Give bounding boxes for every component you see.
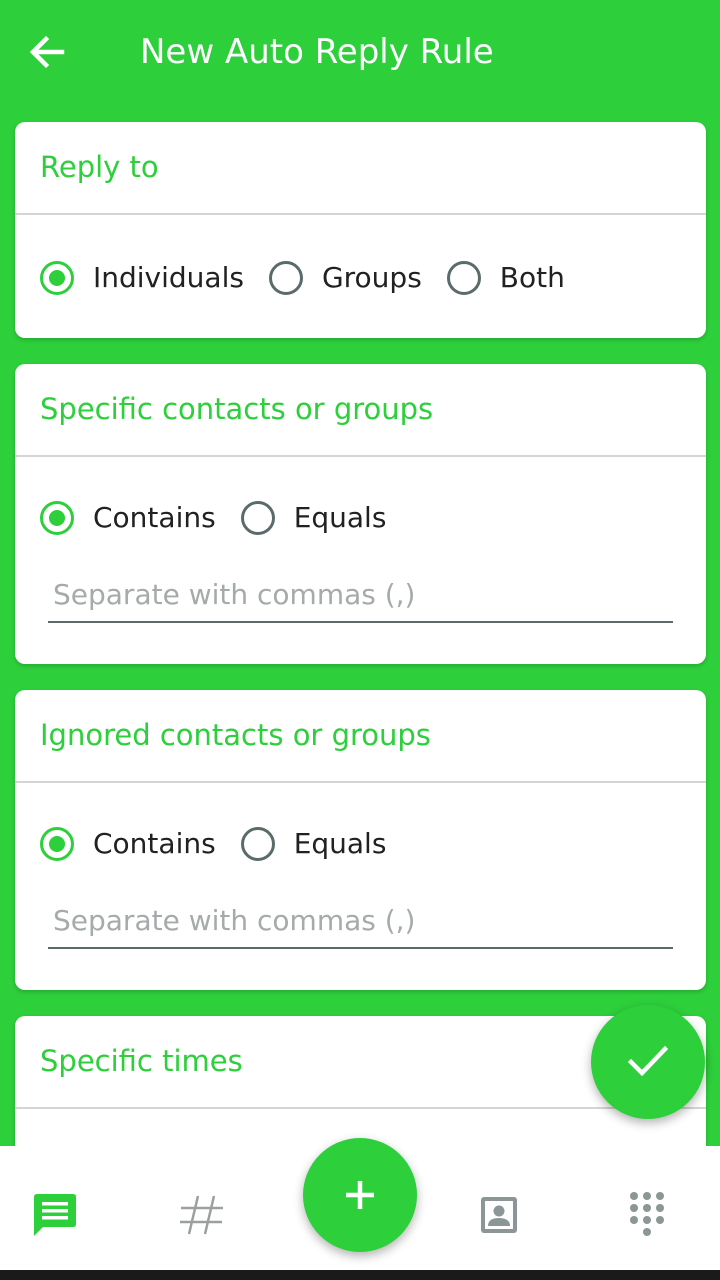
nav-dialpad[interactable] — [622, 1190, 672, 1240]
radio-contains[interactable]: Contains — [40, 498, 216, 538]
radio-unchecked-icon — [446, 261, 481, 295]
reply-to-title: Reply to — [40, 150, 159, 184]
radio-contains[interactable]: Contains — [40, 824, 216, 864]
nav-messages[interactable] — [30, 1190, 80, 1240]
radio-unchecked-icon — [240, 501, 275, 535]
nav-hashtag[interactable] — [177, 1190, 227, 1240]
arrow-left-icon — [29, 35, 65, 69]
specific-contacts-title: Specific contacts or groups — [40, 392, 434, 426]
ignored-contacts-title: Ignored contacts or groups — [40, 718, 431, 752]
radio-label: Both — [499, 261, 565, 294]
specific-contacts-input[interactable] — [48, 567, 673, 623]
save-fab-button[interactable] — [591, 1005, 705, 1119]
radio-unchecked-icon — [268, 261, 303, 295]
checkmark-icon — [628, 1045, 668, 1077]
back-button[interactable] — [26, 30, 70, 74]
radio-equals[interactable]: Equals — [240, 824, 387, 864]
reply-to-card: Reply to Individuals Groups Both — [15, 122, 706, 338]
radio-both[interactable]: Both — [446, 258, 565, 298]
divider — [15, 455, 706, 457]
radio-label: Contains — [93, 501, 216, 534]
specific-times-title: Specific times — [40, 1044, 243, 1078]
add-fab-button[interactable] — [303, 1138, 417, 1252]
radio-label: Contains — [93, 827, 216, 860]
hashtag-icon — [180, 1195, 223, 1235]
radio-individuals[interactable]: Individuals — [40, 258, 244, 298]
ignored-contacts-input[interactable] — [48, 893, 673, 949]
radio-label: Equals — [293, 501, 387, 534]
divider — [15, 1107, 706, 1109]
contact-card-icon — [481, 1197, 517, 1233]
specific-contacts-card: Specific contacts or groups Contains Equ… — [15, 364, 706, 664]
radio-label: Equals — [293, 827, 387, 860]
message-icon — [34, 1194, 76, 1236]
dialpad-icon — [630, 1192, 664, 1236]
radio-checked-icon — [40, 501, 74, 535]
ignored-contacts-card: Ignored contacts or groups Contains Equa… — [15, 690, 706, 990]
page-title: New Auto Reply Rule — [140, 32, 494, 72]
radio-groups[interactable]: Groups — [268, 258, 422, 298]
divider — [15, 213, 706, 215]
reply-to-radio-group: Individuals Groups Both — [40, 256, 565, 300]
specific-match-radio-group: Contains Equals — [40, 496, 386, 540]
radio-unchecked-icon — [240, 827, 275, 861]
divider — [15, 781, 706, 783]
radio-checked-icon — [40, 261, 74, 295]
radio-label: Individuals — [93, 261, 244, 294]
nav-contacts[interactable] — [474, 1190, 524, 1240]
system-navigation-bar — [0, 1270, 720, 1280]
app-bar: New Auto Reply Rule — [0, 0, 720, 104]
radio-checked-icon — [40, 827, 74, 861]
ignored-match-radio-group: Contains Equals — [40, 822, 386, 866]
radio-equals[interactable]: Equals — [240, 498, 387, 538]
plus-icon — [346, 1181, 374, 1209]
radio-label: Groups — [321, 261, 422, 294]
